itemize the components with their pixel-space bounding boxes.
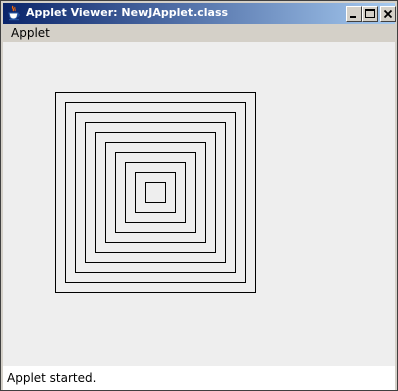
- window-title: Applet Viewer: NewJApplet.class: [26, 6, 229, 19]
- maximize-button[interactable]: [362, 6, 378, 22]
- square-5: [95, 132, 216, 253]
- concentric-squares-drawing: [55, 92, 256, 293]
- square-2: [65, 102, 246, 283]
- applet-viewer-window: Applet Viewer: NewJApplet.class Applet A…: [0, 0, 398, 391]
- square-10: [145, 182, 166, 203]
- maximize-icon: [365, 9, 375, 18]
- square-9: [135, 172, 176, 213]
- title-bar[interactable]: Applet Viewer: NewJApplet.class: [3, 3, 396, 24]
- close-icon: [383, 9, 393, 19]
- square-7: [115, 152, 196, 233]
- close-button[interactable]: [380, 6, 396, 22]
- status-text: Applet started.: [7, 371, 97, 385]
- applet-canvas[interactable]: [3, 42, 395, 366]
- square-3: [75, 112, 236, 273]
- square-4: [85, 122, 226, 263]
- minimize-button[interactable]: [346, 6, 362, 22]
- minimize-icon: [350, 16, 356, 18]
- square-6: [105, 142, 206, 243]
- menu-bar: Applet: [3, 24, 395, 42]
- java-cup-icon[interactable]: [6, 5, 22, 21]
- menu-applet[interactable]: Applet: [11, 26, 50, 40]
- square-8: [125, 162, 186, 223]
- status-bar: Applet started.: [3, 366, 395, 390]
